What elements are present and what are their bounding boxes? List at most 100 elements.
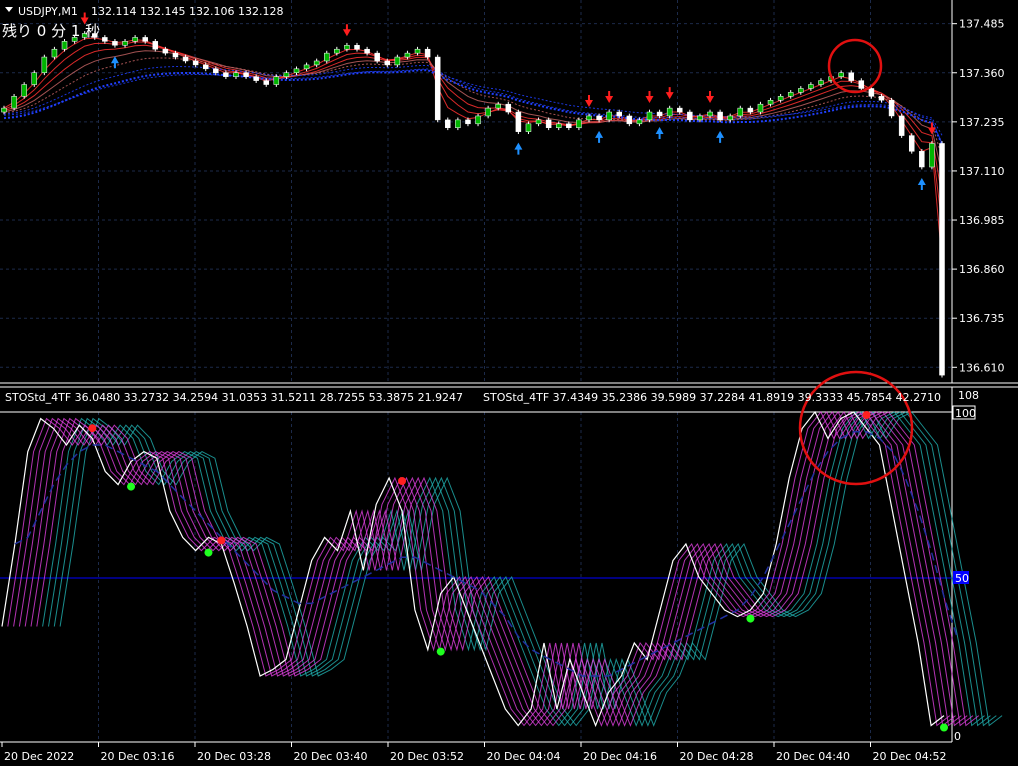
time-tick-label: 20 Dec 04:52 (873, 750, 947, 763)
bull-candle (283, 72, 290, 77)
bear-candle (172, 52, 179, 58)
bull-candle (535, 119, 542, 125)
bear-candle (384, 60, 391, 66)
bear-candle (505, 103, 512, 113)
bull-candle (697, 115, 703, 121)
bear-candle (545, 119, 552, 128)
bear-candle (656, 111, 663, 117)
bull-candle (303, 64, 310, 70)
bear-candle (566, 123, 572, 128)
bull-candle (727, 115, 733, 121)
bear-candle (445, 119, 451, 128)
bear-candle (223, 72, 229, 77)
bull-candle (1, 107, 7, 113)
bull-candle (11, 96, 17, 109)
bull-candle (586, 115, 592, 121)
bull-candle (767, 100, 774, 105)
bull-candle (525, 123, 532, 132)
bear-candle (596, 115, 602, 121)
bear-candle (939, 143, 945, 376)
bull-candle (122, 41, 128, 46)
bull-candle (334, 48, 340, 54)
bull-candle (455, 119, 461, 128)
buy-dot (940, 723, 948, 732)
bear-candle (354, 45, 360, 50)
bear-candle (717, 111, 723, 121)
bull-candle (787, 92, 794, 97)
bear-candle (162, 48, 169, 54)
bull-candle (41, 56, 48, 74)
sell-dot (862, 411, 871, 419)
bear-candle (182, 56, 189, 62)
bull-candle (808, 84, 814, 89)
bear-candle (213, 68, 219, 74)
trading-chart[interactable]: 137.485 137.360 137.235 137.110 136.985 136.8… (0, 0, 1018, 766)
bull-candle (737, 107, 744, 117)
bear-candle (687, 111, 693, 121)
bull-candle (838, 72, 844, 77)
bear-candle (616, 111, 622, 117)
bull-candle (344, 45, 350, 50)
bear-candle (102, 37, 108, 42)
bull-candle (606, 111, 612, 121)
price-tick-label: 137.235 (959, 116, 1005, 129)
bear-candle (908, 135, 915, 152)
price-tick-label: 136.860 (959, 263, 1005, 276)
bull-candle (31, 72, 38, 85)
bull-candle (636, 119, 643, 125)
bull-candle (394, 56, 401, 66)
bear-candle (243, 72, 249, 77)
bull-candle (555, 123, 562, 128)
bear-candle (878, 96, 885, 101)
indicator-header-1: STOStd_4TF 36.0480 33.2732 34.2594 31.03… (5, 391, 463, 404)
bear-candle (677, 107, 683, 113)
ind-scale-100: 100 (955, 407, 976, 420)
time-tick-label: 20 Dec 04:40 (776, 750, 850, 763)
bull-candle (798, 88, 804, 93)
time-tick-label: 20 Dec 04:28 (680, 750, 754, 763)
price-tick-label: 137.360 (959, 67, 1005, 80)
bear-candle (868, 88, 875, 97)
time-tick-label: 20 Dec 04:04 (487, 750, 561, 763)
bull-candle (21, 84, 27, 97)
bull-candle (495, 103, 501, 109)
bull-candle (646, 111, 653, 121)
ind-scale-top: 108 (958, 389, 979, 402)
bear-candle (364, 48, 370, 54)
bull-candle (313, 60, 320, 66)
bull-candle (475, 115, 481, 125)
bull-candle (233, 72, 239, 77)
bull-candle (929, 143, 935, 168)
bear-candle (888, 100, 895, 117)
buy-dot (746, 614, 755, 623)
bull-candle (61, 41, 68, 50)
bull-candle (324, 52, 330, 62)
time-tick-label: 20 Dec 03:52 (390, 750, 464, 763)
bear-candle (626, 115, 633, 125)
bear-candle (253, 76, 259, 81)
price-tick-label: 136.735 (959, 312, 1005, 325)
bear-candle (112, 41, 118, 46)
ind-scale-0: 0 (954, 730, 961, 743)
bull-candle (293, 68, 300, 74)
sell-dot (217, 536, 226, 545)
bull-candle (273, 76, 280, 85)
buy-dot (204, 548, 213, 557)
bear-candle (424, 48, 431, 58)
bear-candle (434, 56, 441, 121)
time-tick-label: 20 Dec 03:16 (101, 750, 175, 763)
time-axis: 20 Dec 2022 20 Dec 03:16 20 Dec 03:28 20 De… (1, 742, 947, 763)
price-pane[interactable] (0, 0, 952, 383)
bull-candle (404, 52, 411, 58)
bear-candle (374, 52, 380, 62)
bear-candle (142, 37, 148, 42)
bear-candle (515, 111, 522, 132)
time-tick-label: 20 Dec 04:16 (583, 750, 657, 763)
bull-candle (757, 103, 764, 113)
bear-candle (263, 80, 269, 85)
bull-candle (777, 96, 784, 101)
indicator-pane[interactable] (0, 387, 952, 742)
price-tick-label: 137.485 (959, 18, 1005, 31)
bear-candle (192, 60, 199, 66)
price-axis: 137.485 137.360 137.235 137.110 136.985 136.8… (952, 18, 1005, 374)
